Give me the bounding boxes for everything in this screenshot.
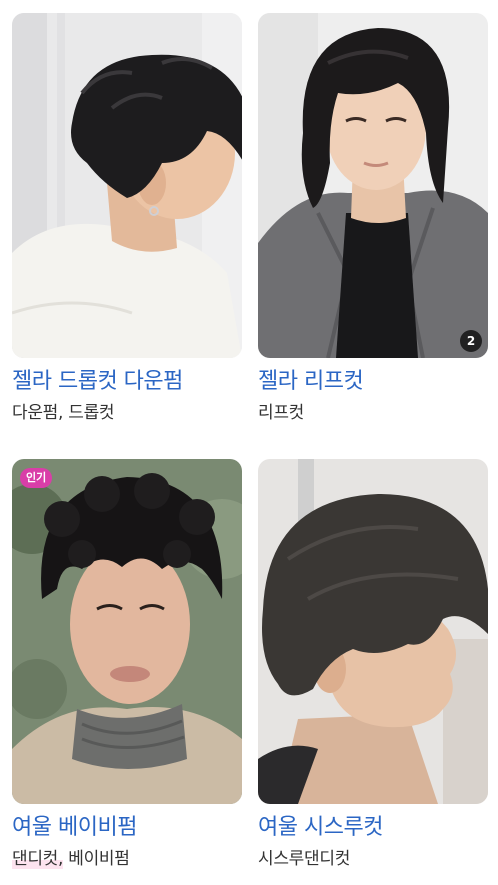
hairstyle-photo[interactable]: 인기 xyxy=(12,459,242,804)
tag-highlight: 댄디컷, xyxy=(12,849,64,869)
hairstyle-title[interactable]: 여울 베이비펌 xyxy=(12,814,242,842)
hairstyle-photo[interactable] xyxy=(258,459,488,804)
hairstyle-tags: 다운펌, 드롭컷 xyxy=(12,403,115,423)
image-count-badge: 2 xyxy=(460,330,482,352)
hairstyle-photo[interactable] xyxy=(12,13,242,358)
hairstyle-tags: 리프컷 xyxy=(258,403,305,423)
hairstyle-tags: 댄디컷, 베이비펌 xyxy=(12,847,242,871)
hairstyle-card[interactable]: 여울 시스루컷 시스루댄디컷 xyxy=(258,459,488,871)
hairstyle-title[interactable]: 여울 시스루컷 xyxy=(258,814,488,842)
popular-badge: 인기 xyxy=(20,468,53,488)
hairstyle-photo[interactable]: 2 xyxy=(258,13,488,358)
hairstyle-tags: 시스루댄디컷 xyxy=(258,849,351,869)
hairstyle-card[interactable]: 젤라 드롭컷 다운펌 다운펌, 드롭컷 xyxy=(12,13,242,425)
hairstyle-card[interactable]: 2 젤라 리프컷 리프컷 xyxy=(258,13,488,425)
hairstyle-title[interactable]: 젤라 드롭컷 다운펌 xyxy=(12,368,242,396)
tag-rest: 베이비펌 xyxy=(63,849,130,869)
hairstyle-card[interactable]: 인기 여울 베이비펌 댄디컷, 베이비펌 xyxy=(12,459,242,871)
hairstyle-grid: 젤라 드롭컷 다운펌 다운펌, 드롭컷 2 젤라 리프컷 리프컷 인기 여울 베… xyxy=(0,0,498,885)
hairstyle-title[interactable]: 젤라 리프컷 xyxy=(258,368,488,396)
